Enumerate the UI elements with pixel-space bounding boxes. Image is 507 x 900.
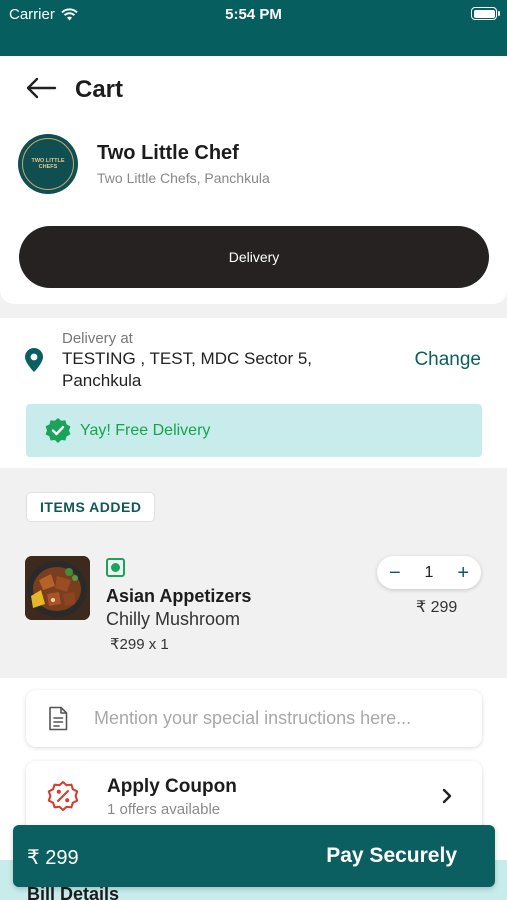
page-title: Cart bbox=[75, 76, 124, 103]
item-unit-price: ₹299 x 1 bbox=[110, 636, 169, 653]
quantity-value: 1 bbox=[424, 563, 434, 581]
free-delivery-text: Yay! Free Delivery bbox=[80, 421, 211, 439]
veg-indicator-icon bbox=[106, 558, 125, 577]
discount-badge-icon bbox=[47, 781, 79, 811]
item-name: Chilly Mushroom bbox=[106, 609, 241, 629]
verified-badge-icon bbox=[45, 417, 71, 443]
item-category: Asian Appetizers bbox=[106, 586, 252, 606]
restaurant-location: Two Little Chefs, Panchkula bbox=[97, 170, 270, 186]
item-image bbox=[25, 556, 90, 620]
delivery-address: TESTING , TEST, MDC Sector 5, Panchkula bbox=[62, 349, 313, 390]
delivery-mode-button[interactable]: Delivery bbox=[19, 226, 489, 288]
back-arrow-icon[interactable] bbox=[24, 74, 58, 102]
increment-button[interactable]: + bbox=[457, 563, 469, 583]
battery-icon bbox=[471, 7, 500, 20]
quantity-stepper: − 1 + bbox=[377, 556, 481, 589]
item-total-price: ₹ 299 bbox=[416, 599, 458, 616]
pay-label: Pay Securely bbox=[326, 844, 457, 867]
document-icon bbox=[49, 706, 68, 731]
special-instructions-box[interactable] bbox=[26, 690, 482, 747]
location-pin-icon bbox=[25, 348, 43, 372]
free-delivery-banner: Yay! Free Delivery bbox=[26, 404, 482, 457]
status-bar: Carrier 5:54 PM bbox=[0, 0, 507, 56]
coupon-title: Apply Coupon bbox=[107, 776, 237, 797]
restaurant-logo: TWO LITTLE CHEFS bbox=[18, 134, 78, 194]
clock: 5:54 PM bbox=[225, 6, 282, 23]
decrement-button[interactable]: − bbox=[389, 563, 401, 583]
change-address-button[interactable]: Change bbox=[414, 349, 481, 371]
delivery-at-label: Delivery at bbox=[62, 330, 133, 347]
restaurant-logo-text: TWO LITTLE CHEFS bbox=[22, 138, 74, 190]
pay-total: ₹ 299 bbox=[27, 847, 79, 869]
page-header: Cart bbox=[0, 56, 507, 118]
special-instructions-input[interactable] bbox=[94, 708, 464, 729]
restaurant-card: TWO LITTLE CHEFS Two Little Chef Two Lit… bbox=[0, 118, 507, 304]
coupon-subtitle: 1 offers available bbox=[107, 801, 221, 818]
pay-securely-button[interactable]: ₹ 299 Pay Securely bbox=[13, 825, 495, 887]
restaurant-name: Two Little Chef bbox=[97, 142, 239, 164]
chevron-right-icon bbox=[442, 788, 452, 804]
items-added-badge: ITEMS ADDED bbox=[26, 492, 156, 522]
delivery-address-section: Delivery at TESTING , TEST, MDC Sector 5… bbox=[0, 318, 507, 468]
